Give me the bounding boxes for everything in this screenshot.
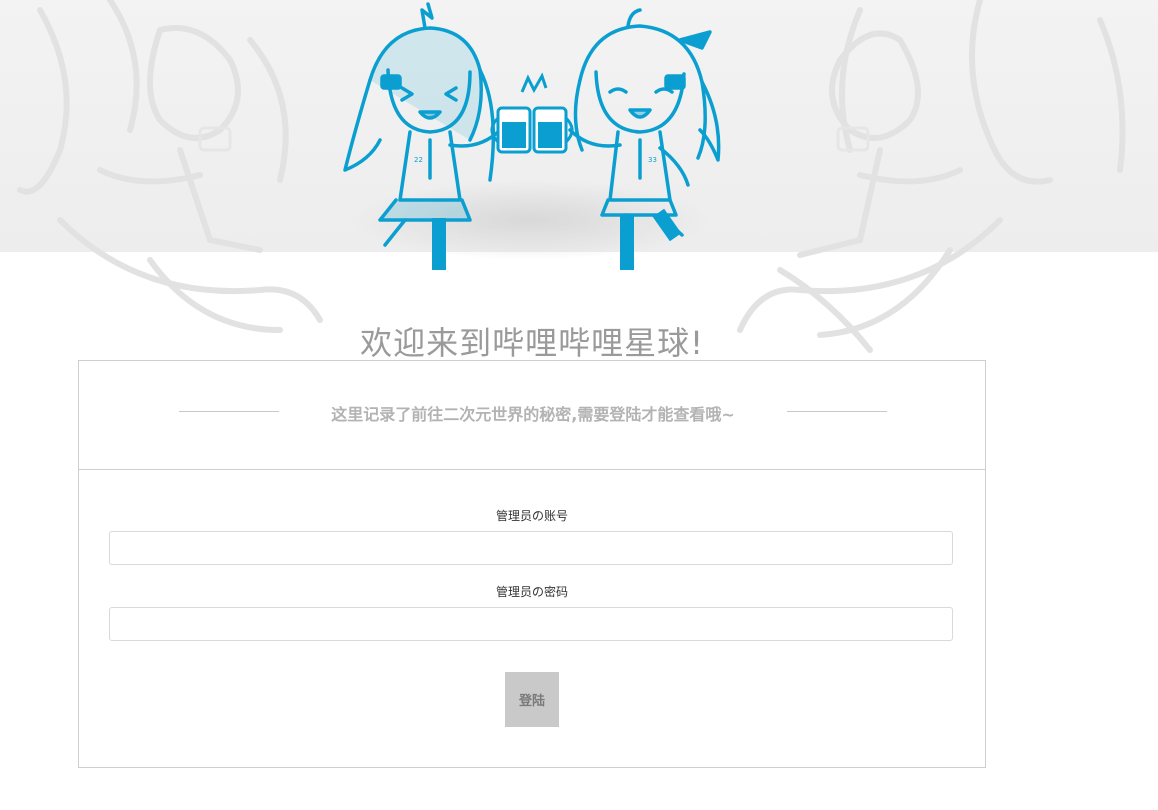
welcome-title: 欢迎来到哔哩哔哩星球! [360,324,704,362]
mascot-illustration: 22 33 [343,2,721,270]
password-label: 管理员の密码 [495,585,568,599]
mascot-right-badge: 33 [648,156,657,164]
mascot-left-badge: 22 [414,156,423,164]
account-input[interactable] [109,531,953,565]
subtitle-divider-right [787,411,887,412]
login-card: 这里记录了前往二次元世界的秘密,需要登陆才能查看哦~ 管理员の账号 管理员の密码… [78,360,986,768]
account-label: 管理员の账号 [495,509,568,523]
subtitle-divider-left [179,411,279,412]
password-input[interactable] [109,607,953,641]
login-card-header: 这里记录了前往二次元世界的秘密,需要登陆才能查看哦~ [79,361,985,470]
login-button[interactable]: 登陆 [505,672,559,727]
login-subtitle: 这里记录了前往二次元世界的秘密,需要登陆才能查看哦~ [331,405,735,424]
login-page: 22 33 欢迎来到哔哩哔哩星球! 这里记录了前往二次元世界的秘密,需要登陆才能… [0,0,1158,810]
